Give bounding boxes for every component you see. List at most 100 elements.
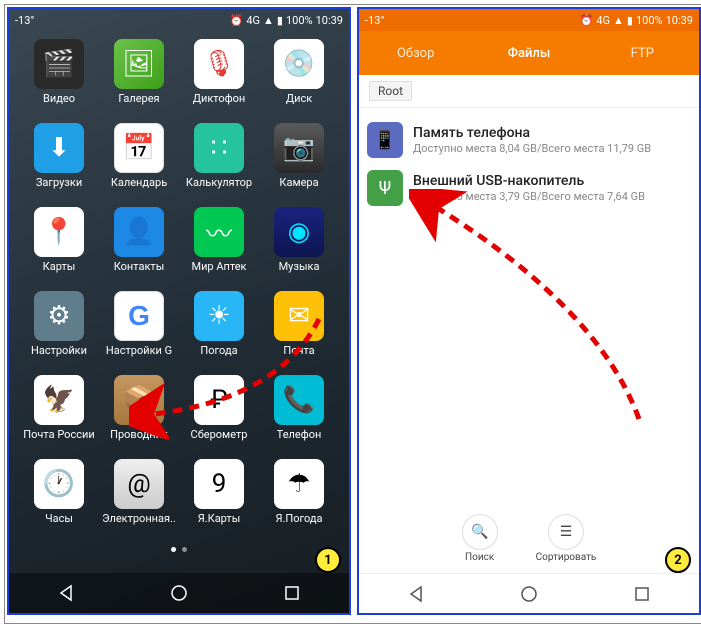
storage-title: Внешний USB-накопитель — [413, 173, 691, 189]
app-label: Календарь — [111, 176, 167, 189]
app-grid: 🎬Видео 🖼 Галерея 🎙 Диктофон 💿 Диск ⬇Загрузки📅Ка… — [9, 31, 349, 543]
storage-item[interactable]: ΨВнешний USB-накопительДоступно места 3,… — [365, 164, 693, 212]
temperature: -13° — [15, 14, 35, 27]
app-Погода[interactable]: ☀ Погода — [179, 291, 259, 375]
nav-back[interactable] — [54, 581, 78, 605]
step-badge-2: 2 — [665, 547, 691, 573]
action-sort[interactable]: ☰ Сортировать — [536, 514, 597, 563]
app-Видео[interactable]: 🎬Видео — [19, 39, 99, 123]
nav-home[interactable] — [167, 581, 191, 605]
app-Телефон[interactable]: 📞Телефон — [259, 375, 339, 459]
app-label: Погода — [200, 344, 237, 357]
app-label: Диктофон — [193, 92, 246, 105]
tab-files[interactable]: Файлы — [472, 46, 585, 61]
search-icon: 🔍 — [462, 514, 498, 550]
network-icon: 4G — [596, 14, 610, 27]
step-badge-1: 1 — [315, 547, 341, 573]
app-icon: 🦅 — [34, 375, 84, 425]
app-icon: 👤 — [114, 207, 164, 257]
app-label: Часы — [45, 512, 73, 525]
app-icon: 〰 — [194, 207, 244, 257]
app-icon: ☀ — [194, 291, 244, 341]
annotation-arrow — [409, 189, 669, 449]
app-label: Почта России — [23, 428, 94, 441]
app-icon: 💿 — [274, 39, 324, 89]
app-label: Галерея — [118, 92, 159, 105]
alarm-icon: ⏰ — [230, 14, 244, 27]
storage-subtitle: Доступно места 3,79 GB/Всего места 7,64 … — [413, 190, 691, 203]
storage-title: Память телефона — [413, 125, 691, 141]
app-Я.Погода[interactable]: ☂Я.Погода — [259, 459, 339, 543]
app-Электронная..[interactable]: @ Электронная.. — [99, 459, 179, 543]
file-manager-actions: 🔍 Поиск ☰ Сортировать — [359, 514, 699, 563]
app-Настройки[interactable]: ⚙Настройки — [19, 291, 99, 375]
app-Проводник[interactable]: 📦 Проводник — [99, 375, 179, 459]
nav-back[interactable] — [404, 582, 428, 606]
app-label: Карты — [43, 260, 76, 273]
app-label: Диск — [286, 92, 312, 105]
app-icon: ☂ — [274, 459, 324, 509]
app-Почта России[interactable]: 🦅 Почта России — [19, 375, 99, 459]
app-Камера[interactable]: 📷Камера — [259, 123, 339, 207]
app-label: Сберометр — [191, 428, 248, 441]
app-Калькулятор[interactable]: ∷Калькулятор — [179, 123, 259, 207]
phone-home-screen: -13° ⏰ 4G ▲ ▮ 100% 10:39 🎬Видео 🖼 Галерея 🎙… — [7, 7, 351, 615]
sort-icon: ☰ — [548, 514, 584, 550]
app-Настройки G[interactable]: G Настройки G — [99, 291, 179, 375]
battery-percent: 100% — [636, 14, 663, 27]
app-Контакты[interactable]: 👤Контакты — [99, 207, 179, 291]
alarm-icon: ⏰ — [580, 14, 594, 27]
app-label: Проводник — [110, 428, 168, 441]
page-indicator — [9, 543, 349, 556]
battery-icon: ▮ — [277, 14, 283, 27]
app-Мир Аптек[interactable]: 〰 Мир Аптек — [179, 207, 259, 291]
file-manager-tabs: Обзор Файлы FTP — [359, 31, 699, 75]
clock: 10:39 — [666, 14, 693, 27]
app-icon: 📦 — [114, 375, 164, 425]
signal-icon: ▲ — [263, 14, 274, 27]
action-search[interactable]: 🔍 Поиск — [462, 514, 498, 563]
app-label: Я.Карты — [198, 512, 241, 525]
app-Сберометр[interactable]: ₽ Сберометр — [179, 375, 259, 459]
nav-bar — [359, 573, 699, 613]
tab-ftp[interactable]: FTP — [586, 46, 699, 61]
app-Диктофон[interactable]: 🎙 Диктофон — [179, 39, 259, 123]
app-Музыка[interactable]: ◉Музыка — [259, 207, 339, 291]
app-icon: G — [114, 291, 164, 341]
app-Карты[interactable]: 📍Карты — [19, 207, 99, 291]
app-Загрузки[interactable]: ⬇Загрузки — [19, 123, 99, 207]
app-label: Загрузки — [36, 176, 82, 189]
app-icon: 🕐 — [34, 459, 84, 509]
nav-bar — [9, 573, 349, 613]
network-icon: 4G — [246, 14, 260, 27]
app-Диск[interactable]: 💿 Диск — [259, 39, 339, 123]
clock: 10:39 — [316, 14, 343, 27]
breadcrumb-root[interactable]: Root — [369, 81, 412, 101]
app-Почта[interactable]: ✉Почта — [259, 291, 339, 375]
app-Галерея[interactable]: 🖼 Галерея — [99, 39, 179, 123]
app-icon: ₽ — [194, 375, 244, 425]
app-label: Настройки G — [106, 344, 172, 357]
app-Календарь[interactable]: 📅Календарь — [99, 123, 179, 207]
app-label: Электронная.. — [102, 512, 176, 525]
app-icon: 🎙 — [194, 39, 244, 89]
app-label: Почта — [283, 344, 314, 357]
nav-recent[interactable] — [630, 582, 654, 606]
nav-recent[interactable] — [280, 581, 304, 605]
app-Я.Карты[interactable]: 9 Я.Карты — [179, 459, 259, 543]
tab-overview[interactable]: Обзор — [359, 46, 472, 61]
app-Часы[interactable]: 🕐 Часы — [19, 459, 99, 543]
app-icon: @ — [114, 459, 164, 509]
app-icon: 🖼 — [114, 39, 164, 89]
phone-file-manager: -13° ⏰ 4G ▲ ▮ 100% 10:39 Обзор Файлы FTP… — [357, 7, 701, 615]
app-icon: 9 — [194, 459, 244, 509]
signal-icon: ▲ — [613, 14, 624, 27]
nav-home[interactable] — [517, 582, 541, 606]
app-label: Мир Аптек — [191, 260, 246, 273]
app-label: Видео — [43, 92, 75, 105]
screenshots-container: -13° ⏰ 4G ▲ ▮ 100% 10:39 🎬Видео 🖼 Галерея 🎙… — [4, 4, 701, 624]
breadcrumb: Root — [359, 75, 699, 108]
temperature: -13° — [365, 14, 385, 27]
storage-item[interactable]: 📱Память телефонаДоступно места 8,04 GB/В… — [365, 116, 693, 164]
status-bar: -13° ⏰ 4G ▲ ▮ 100% 10:39 — [9, 9, 349, 31]
